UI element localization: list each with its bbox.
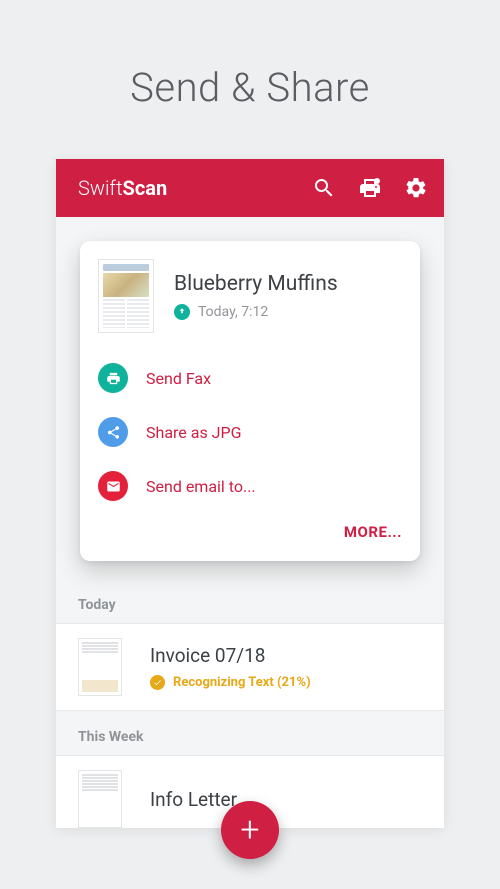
app-bar: SwiftScan (56, 159, 444, 217)
send-fax-action[interactable]: Send Fax (98, 351, 402, 405)
page-title: Send & Share (0, 0, 500, 159)
brand-scan: Scan (123, 176, 168, 200)
document-header[interactable]: Blueberry Muffins Today, 7:12 (98, 259, 402, 333)
share-jpg-action[interactable]: Share as JPG (98, 405, 402, 459)
fax-machine-icon[interactable] (358, 176, 382, 200)
section-header-thisweek: This Week (56, 711, 444, 755)
search-icon[interactable] (312, 176, 336, 200)
send-email-action[interactable]: Send email to... (98, 459, 402, 513)
featured-document-card: Blueberry Muffins Today, 7:12 Send Fax (80, 241, 420, 561)
list-item-invoice[interactable]: Invoice 07/18 Recognizing Text (21%) (56, 623, 444, 711)
document-title: Blueberry Muffins (174, 272, 402, 296)
upload-cloud-icon (174, 304, 190, 320)
info-letter-title: Info Letter (150, 788, 422, 811)
fax-icon (98, 363, 128, 393)
brand-swift: Swift (78, 176, 123, 200)
invoice-title: Invoice 07/18 (150, 644, 422, 667)
phone-frame: SwiftScan Blueberry Muffins (56, 159, 444, 828)
share-icon (98, 417, 128, 447)
document-timestamp: Today, 7:12 (198, 304, 268, 320)
email-icon (98, 471, 128, 501)
plus-icon: + (240, 810, 259, 850)
section-header-today: Today (56, 561, 444, 623)
app-brand: SwiftScan (78, 176, 290, 200)
add-fab-button[interactable]: + (221, 801, 279, 859)
invoice-thumbnail (78, 638, 122, 696)
document-thumbnail (98, 259, 154, 333)
share-jpg-label: Share as JPG (146, 423, 242, 442)
progress-check-icon (150, 675, 165, 690)
content-area: Blueberry Muffins Today, 7:12 Send Fax (56, 241, 444, 828)
send-email-label: Send email to... (146, 477, 256, 496)
more-button[interactable]: MORE... (98, 523, 402, 541)
settings-gear-icon[interactable] (404, 176, 428, 200)
invoice-status: Recognizing Text (21%) (173, 675, 311, 690)
document-meta: Blueberry Muffins Today, 7:12 (174, 272, 402, 320)
send-fax-label: Send Fax (146, 369, 211, 388)
share-actions: Send Fax Share as JPG Send email to... (98, 351, 402, 513)
info-letter-thumbnail (78, 770, 122, 828)
